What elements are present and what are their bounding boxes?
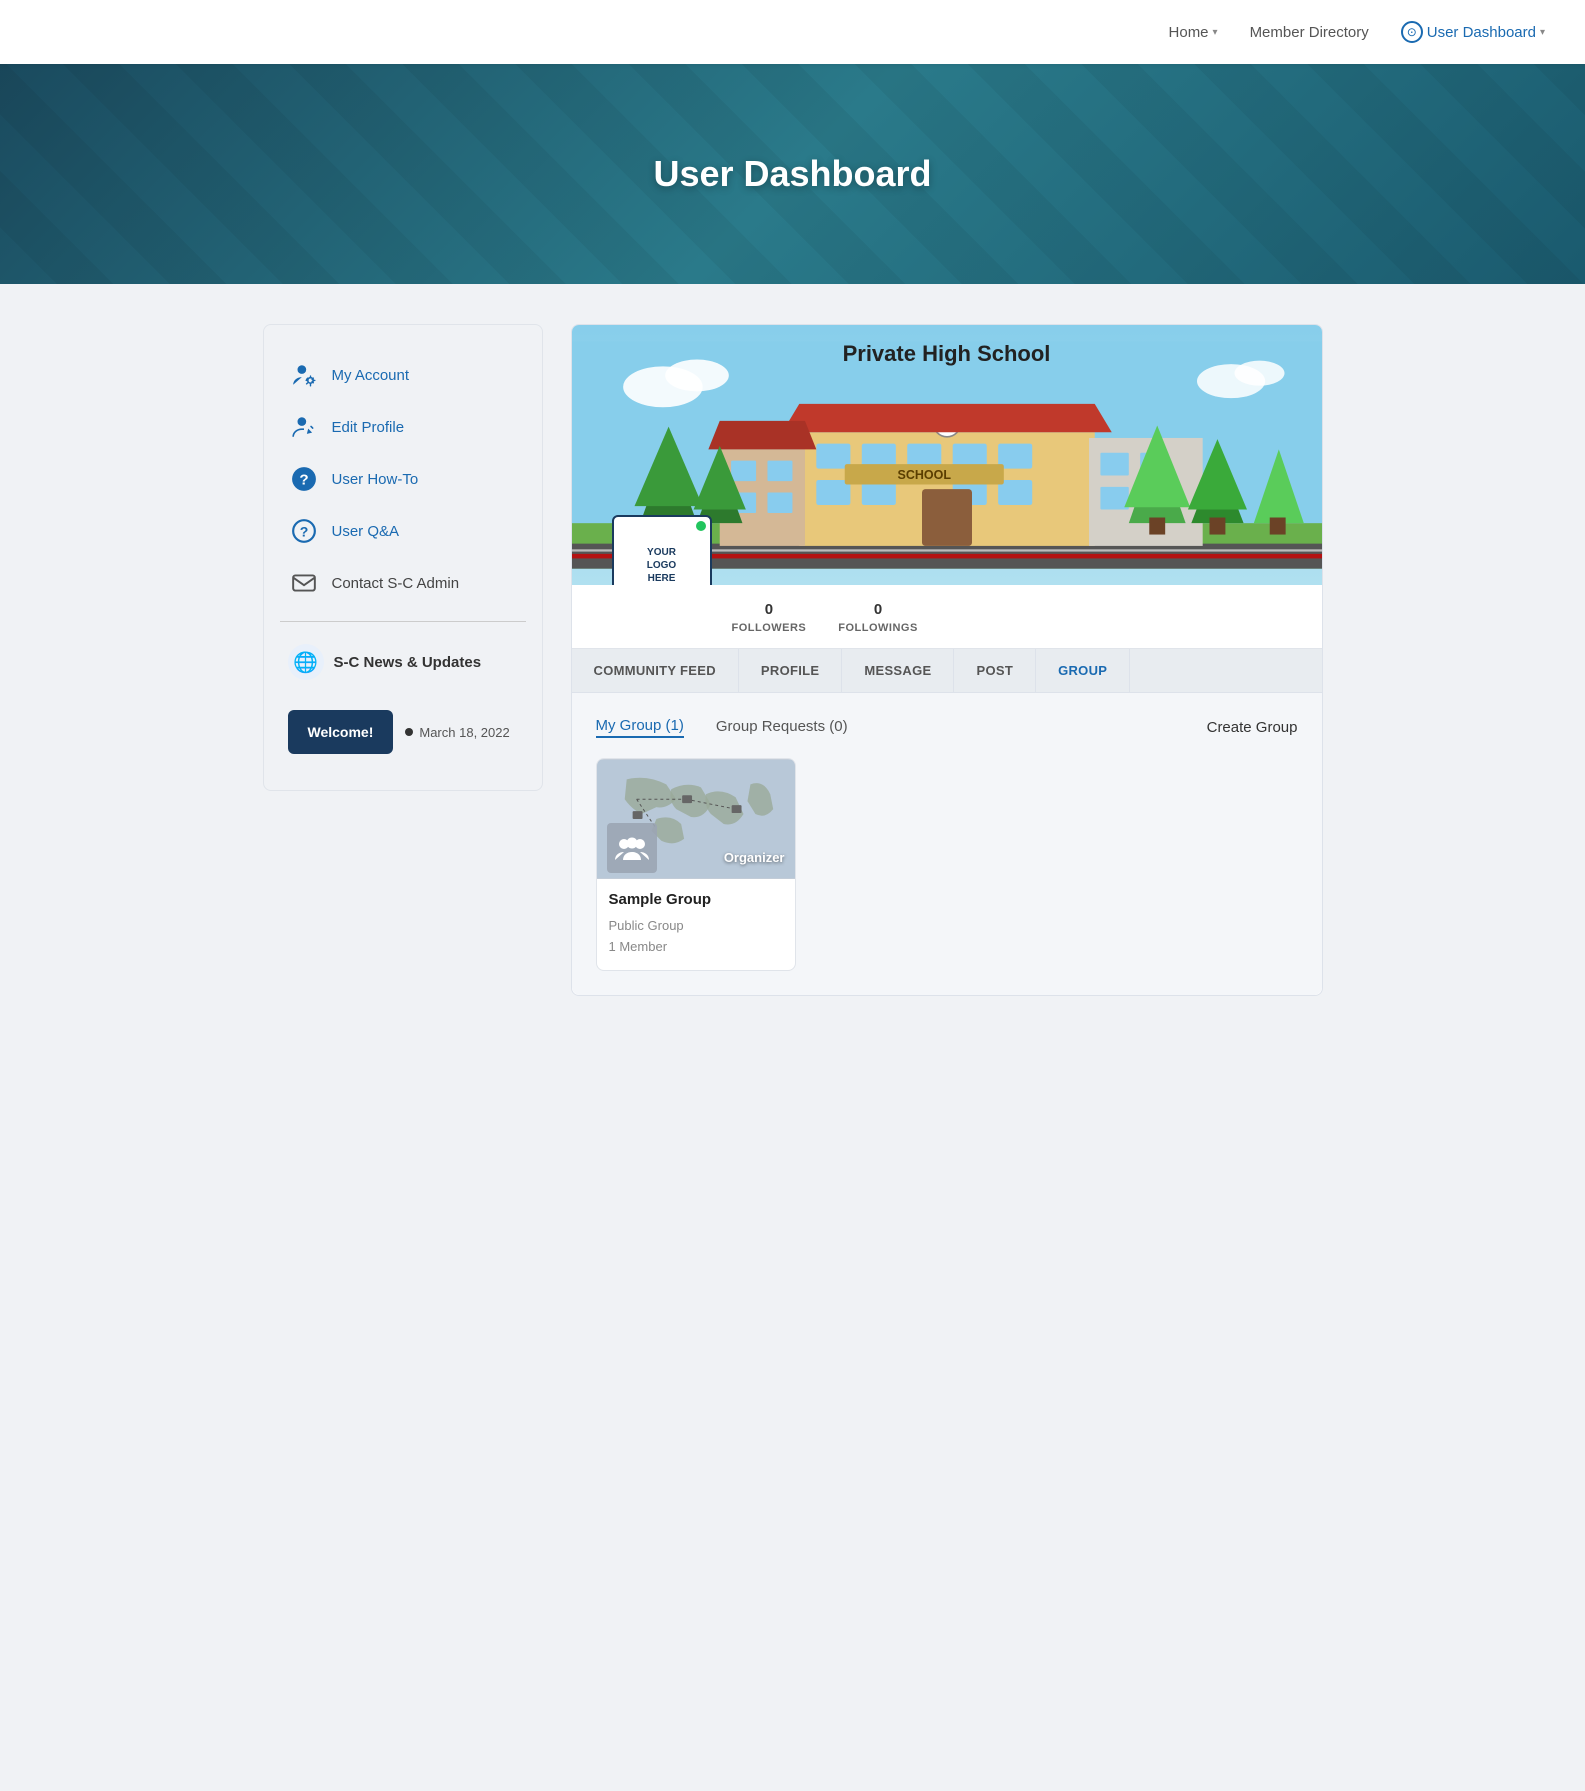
globe-icon: 🌐	[288, 644, 324, 680]
group-name: Sample Group	[609, 891, 783, 908]
envelope-icon	[288, 567, 320, 599]
person-gear-icon	[288, 359, 320, 391]
page-title: User Dashboard	[653, 153, 931, 195]
group-card-body: Sample Group Public Group 1 Member	[597, 879, 795, 970]
sidebar-item-user-qa[interactable]: ? User Q&A	[280, 505, 526, 557]
group-subtab-mygroup[interactable]: My Group (1)	[596, 717, 684, 738]
user-circle-icon: ⊙	[1401, 21, 1423, 43]
sidebar-item-edit-profile-label: Edit Profile	[332, 419, 405, 436]
welcome-section: Welcome! March 18, 2022	[280, 698, 526, 766]
profile-banner: Private High School	[571, 324, 1323, 996]
chevron-down-icon: ▾	[1213, 27, 1218, 38]
nav-links: Home ▾ Member Directory ⊙ User Dashboard…	[1169, 21, 1545, 43]
sidebar-item-my-account-label: My Account	[332, 367, 410, 384]
nav-home-label: Home	[1169, 24, 1209, 41]
tab-post[interactable]: POST	[954, 649, 1036, 692]
logo-placeholder: YOUR LOGO HERE	[612, 515, 712, 585]
nav-home[interactable]: Home ▾	[1169, 24, 1218, 41]
followings-count: 0	[838, 601, 918, 618]
tab-content-group: My Group (1) Group Requests (0) Create G…	[572, 693, 1322, 995]
sidebar-news: 🌐 S-C News & Updates	[280, 634, 526, 690]
followers-label: FOLLOWERS	[732, 622, 807, 634]
sidebar-item-user-qa-label: User Q&A	[332, 523, 400, 540]
chevron-down-icon: ▾	[1540, 27, 1545, 38]
sidebar: My Account Edit Profile ? User How-To	[263, 324, 543, 791]
sidebar-divider	[280, 621, 526, 622]
nav-user-dashboard-label: User Dashboard	[1427, 24, 1536, 41]
group-member-count: 1 Member	[609, 937, 783, 958]
sidebar-item-user-howto-label: User How-To	[332, 471, 419, 488]
group-subtabs: My Group (1) Group Requests (0) Create G…	[596, 717, 1298, 738]
nav-member-directory[interactable]: Member Directory	[1250, 24, 1369, 41]
create-group-button[interactable]: Create Group	[1207, 719, 1298, 736]
tabs-bar: COMMUNITY FEED PROFILE MESSAGE POST GROU…	[572, 649, 1322, 693]
dot-indicator	[405, 728, 413, 736]
welcome-button[interactable]: Welcome!	[288, 710, 394, 754]
followers-row: 0 FOLLOWERS 0 FOLLOWINGS	[572, 585, 1322, 649]
question-circle-outline-icon: ?	[288, 515, 320, 547]
welcome-date-area: March 18, 2022	[405, 725, 509, 740]
followers-count: 0	[732, 601, 807, 618]
group-type: Public Group	[609, 916, 783, 937]
sidebar-item-my-account[interactable]: My Account	[280, 349, 526, 401]
main-container: My Account Edit Profile ? User How-To	[243, 324, 1343, 1012]
svg-text:SCHOOL: SCHOOL	[897, 468, 951, 482]
person-edit-icon	[288, 411, 320, 443]
tab-group[interactable]: GROUP	[1036, 649, 1130, 692]
group-organizer-label: Organizer	[724, 850, 785, 865]
followings-count-item: 0 FOLLOWINGS	[838, 601, 918, 636]
hero-banner: User Dashboard	[0, 64, 1585, 284]
sidebar-item-contact-admin-label: Contact S-C Admin	[332, 575, 460, 592]
school-illustration: Private High School	[572, 325, 1322, 585]
online-indicator	[696, 521, 706, 531]
question-circle-solid-icon: ?	[288, 463, 320, 495]
tab-message[interactable]: MESSAGE	[842, 649, 954, 692]
svg-text:?: ?	[299, 523, 308, 539]
tab-community-feed[interactable]: COMMUNITY FEED	[572, 649, 739, 692]
followers-count-item: 0 FOLLOWERS	[732, 601, 807, 636]
svg-text:?: ?	[299, 471, 308, 488]
group-avatar	[607, 823, 657, 873]
nav-member-directory-label: Member Directory	[1250, 24, 1369, 41]
main-content: Private High School	[571, 324, 1323, 1012]
group-card-image: Organizer	[597, 759, 795, 879]
navbar: Home ▾ Member Directory ⊙ User Dashboard…	[0, 0, 1585, 64]
group-card[interactable]: Organizer Sample Group Public Group 1 Me…	[596, 758, 796, 971]
sidebar-item-contact-admin[interactable]: Contact S-C Admin	[280, 557, 526, 609]
nav-user-dashboard[interactable]: ⊙ User Dashboard ▾	[1401, 21, 1545, 43]
school-name: Private High School	[843, 341, 1051, 367]
welcome-date: March 18, 2022	[419, 725, 509, 740]
tab-profile[interactable]: PROFILE	[739, 649, 842, 692]
group-meta: Public Group 1 Member	[609, 916, 783, 958]
sidebar-item-user-howto[interactable]: ? User How-To	[280, 453, 526, 505]
sidebar-news-label: S-C News & Updates	[334, 654, 482, 671]
sidebar-item-edit-profile[interactable]: Edit Profile	[280, 401, 526, 453]
followings-label: FOLLOWINGS	[838, 622, 918, 634]
group-subtab-requests[interactable]: Group Requests (0)	[716, 718, 848, 737]
